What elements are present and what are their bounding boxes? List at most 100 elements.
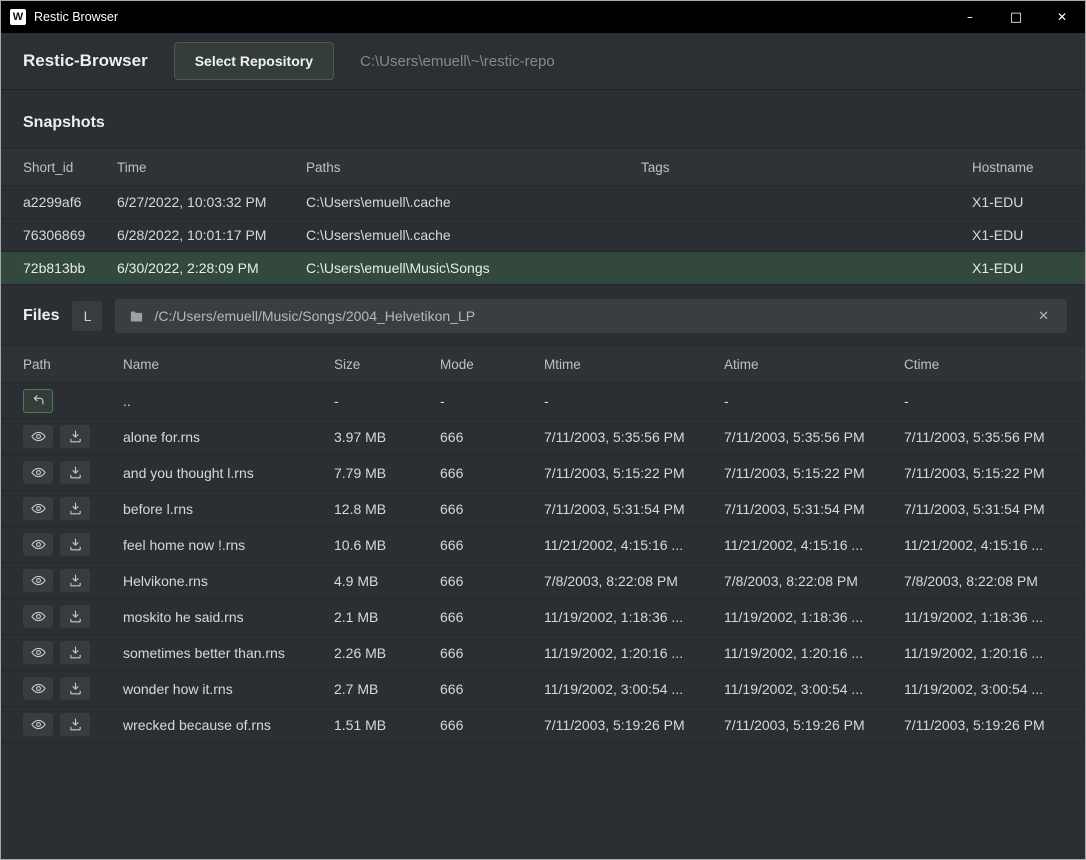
snapshot-row[interactable]: a2299af6 6/27/2022, 10:03:32 PM C:\Users… <box>1 186 1085 219</box>
file-mode: 666 <box>440 609 544 625</box>
download-button[interactable] <box>60 497 90 520</box>
snapshot-time: 6/27/2022, 10:03:32 PM <box>117 194 306 210</box>
preview-button[interactable] <box>23 497 53 520</box>
download-icon <box>68 717 83 732</box>
download-button[interactable] <box>60 677 90 700</box>
file-name[interactable]: .. <box>123 393 334 409</box>
download-button[interactable] <box>60 425 90 448</box>
go-parent-button[interactable] <box>23 389 53 413</box>
file-row: Helvikone.rns 4.9 MB 666 7/8/2003, 8:22:… <box>1 563 1085 599</box>
preview-button[interactable] <box>23 677 53 700</box>
folder-icon <box>129 309 144 324</box>
file-row: wrecked because of.rns 1.51 MB 666 7/11/… <box>1 707 1085 743</box>
files-title: Files <box>23 307 59 325</box>
parent-dir-row: .. - - - - - <box>1 383 1085 419</box>
file-ctime: 11/19/2002, 1:18:36 ... <box>904 609 1063 625</box>
file-name: wonder how it.rns <box>123 681 334 697</box>
file-name: and you thought l.rns <box>123 465 334 481</box>
preview-button[interactable] <box>23 461 53 484</box>
snapshot-hostname: X1-EDU <box>972 194 1063 210</box>
snapshot-row-selected[interactable]: 72b813bb 6/30/2022, 2:28:09 PM C:\Users\… <box>1 252 1085 285</box>
file-mode: 666 <box>440 537 544 553</box>
preview-button[interactable] <box>23 605 53 628</box>
file-name: Helvikone.rns <box>123 573 334 589</box>
file-size: 7.79 MB <box>334 465 440 481</box>
download-icon <box>68 429 83 444</box>
snapshots-table-header: Short_id Time Paths Tags Hostname <box>1 148 1085 186</box>
snapshot-time: 6/30/2022, 2:28:09 PM <box>117 260 306 276</box>
snapshot-paths: C:\Users\emuell\.cache <box>306 194 641 210</box>
maximize-button[interactable]: □ <box>993 1 1039 33</box>
file-mode: 666 <box>440 501 544 517</box>
close-button[interactable]: ✕ <box>1039 1 1085 33</box>
download-button[interactable] <box>60 569 90 592</box>
window-controls: – □ ✕ <box>947 1 1085 33</box>
snapshot-row[interactable]: 76306869 6/28/2022, 10:01:17 PM C:\Users… <box>1 219 1085 252</box>
col-paths: Paths <box>306 160 641 175</box>
repository-path: C:\Users\emuell\~\restic-repo <box>360 53 555 70</box>
titlebar-left: W Restic Browser <box>1 9 947 25</box>
minimize-button[interactable]: – <box>947 1 993 33</box>
snapshot-short-id: 72b813bb <box>23 260 117 276</box>
col-path: Path <box>23 357 123 372</box>
app-title: Restic-Browser <box>23 51 148 71</box>
file-size: 4.9 MB <box>334 573 440 589</box>
file-atime: 11/19/2002, 3:00:54 ... <box>724 681 904 697</box>
clear-path-button[interactable]: ✕ <box>1034 307 1053 326</box>
file-mtime: 7/11/2003, 5:19:26 PM <box>544 717 724 733</box>
file-row: feel home now !.rns 10.6 MB 666 11/21/20… <box>1 527 1085 563</box>
eye-icon <box>31 681 46 696</box>
preview-button[interactable] <box>23 533 53 556</box>
file-mtime: 7/11/2003, 5:35:56 PM <box>544 429 724 445</box>
download-icon <box>68 573 83 588</box>
file-ctime: 11/19/2002, 3:00:54 ... <box>904 681 1063 697</box>
file-row: and you thought l.rns 7.79 MB 666 7/11/2… <box>1 455 1085 491</box>
snapshot-time: 6/28/2022, 10:01:17 PM <box>117 227 306 243</box>
file-name: wrecked because of.rns <box>123 717 334 733</box>
file-mtime: 7/11/2003, 5:31:54 PM <box>544 501 724 517</box>
download-button[interactable] <box>60 461 90 484</box>
eye-icon <box>31 465 46 480</box>
download-button[interactable] <box>60 533 90 556</box>
titlebar[interactable]: W Restic Browser – □ ✕ <box>1 1 1085 33</box>
download-icon <box>68 645 83 660</box>
file-mode: 666 <box>440 645 544 661</box>
file-size: 12.8 MB <box>334 501 440 517</box>
file-atime: - <box>724 393 904 409</box>
download-icon <box>68 537 83 552</box>
select-repository-button[interactable]: Select Repository <box>174 42 334 80</box>
file-size: 3.97 MB <box>334 429 440 445</box>
file-mode: 666 <box>440 465 544 481</box>
download-button[interactable] <box>60 605 90 628</box>
file-row: alone for.rns 3.97 MB 666 7/11/2003, 5:3… <box>1 419 1085 455</box>
download-icon <box>68 465 83 480</box>
eye-icon <box>31 537 46 552</box>
eye-icon <box>31 429 46 444</box>
file-row: before l.rns 12.8 MB 666 7/11/2003, 5:31… <box>1 491 1085 527</box>
col-short-id: Short_id <box>23 160 117 175</box>
files-mode-button[interactable]: L <box>72 301 102 331</box>
preview-button[interactable] <box>23 713 53 736</box>
file-name: before l.rns <box>123 501 334 517</box>
preview-button[interactable] <box>23 425 53 448</box>
file-mode: 666 <box>440 573 544 589</box>
file-mode: - <box>440 393 544 409</box>
file-ctime: - <box>904 393 1063 409</box>
return-up-icon <box>31 393 46 408</box>
download-button[interactable] <box>60 641 90 664</box>
file-row: sometimes better than.rns 2.26 MB 666 11… <box>1 635 1085 671</box>
col-tags: Tags <box>641 160 972 175</box>
file-size: 2.7 MB <box>334 681 440 697</box>
col-size: Size <box>334 357 440 372</box>
download-button[interactable] <box>60 713 90 736</box>
preview-button[interactable] <box>23 569 53 592</box>
current-path-bar[interactable]: /C:/Users/emuell/Music/Songs/2004_Helvet… <box>115 299 1067 333</box>
file-atime: 11/21/2002, 4:15:16 ... <box>724 537 904 553</box>
file-atime: 7/11/2003, 5:31:54 PM <box>724 501 904 517</box>
file-size: 2.1 MB <box>334 609 440 625</box>
col-time: Time <box>117 160 306 175</box>
preview-button[interactable] <box>23 641 53 664</box>
file-ctime: 7/11/2003, 5:31:54 PM <box>904 501 1063 517</box>
file-mtime: 11/19/2002, 1:20:16 ... <box>544 645 724 661</box>
file-name: moskito he said.rns <box>123 609 334 625</box>
